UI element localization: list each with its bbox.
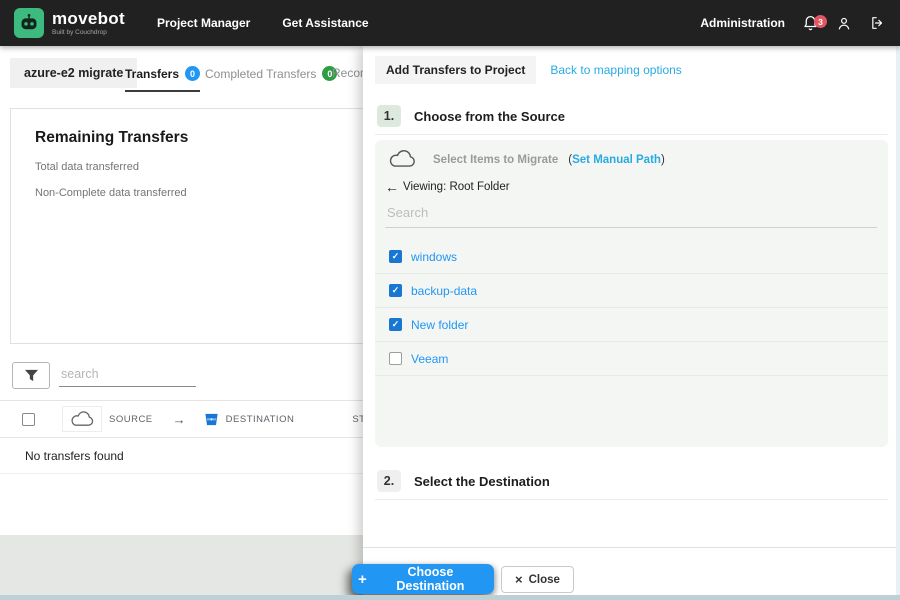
close-button[interactable]: × Close <box>501 566 574 593</box>
panel-scrollbar[interactable] <box>896 46 900 595</box>
column-destination: DESTINATION <box>225 413 295 425</box>
source-box-header: Select Items to Migrate (Set Manual Path… <box>387 150 665 169</box>
notifications-bell-icon[interactable]: 3 <box>802 14 827 32</box>
item-link[interactable]: Veeam <box>411 352 448 366</box>
select-items-label: Select Items to Migrate <box>433 153 559 166</box>
check-icon: ✓ <box>391 285 400 295</box>
panel-header: Add Transfers to Project Back to mapping… <box>363 46 900 84</box>
item-checkbox[interactable]: ✓ <box>389 318 402 331</box>
arrow-right-icon: → <box>172 411 186 427</box>
top-navigation-bar: movebot Built by Couchdrop Project Manag… <box>0 0 900 46</box>
list-item-backup-data: ✓ backup-data <box>375 274 888 308</box>
check-icon: ✓ <box>391 319 400 329</box>
item-checkbox[interactable]: ✓ <box>389 284 402 297</box>
funnel-icon <box>24 369 38 382</box>
logout-icon[interactable] <box>869 15 886 31</box>
brand-name: movebot <box>52 9 125 28</box>
list-item-veeam: Veeam <box>375 342 888 376</box>
source-items-list: ✓ windows ✓ backup-data ✓ New folder Vee… <box>375 240 888 376</box>
filter-button[interactable] <box>12 362 50 389</box>
item-link[interactable]: New folder <box>411 318 468 332</box>
column-source: SOURCE <box>109 413 153 425</box>
divider <box>375 499 888 500</box>
close-icon: × <box>515 572 523 587</box>
panel-footer: + Choose Destination × Close <box>352 547 900 596</box>
tab-transfers[interactable]: Transfers 0 <box>125 66 201 92</box>
source-cloud-icon <box>62 406 102 432</box>
brand: movebot Built by Couchdrop <box>52 10 125 36</box>
check-icon: ✓ <box>391 251 400 261</box>
tab-completed-label: Completed Transfers <box>205 66 317 81</box>
transfers-search-input[interactable] <box>59 362 196 387</box>
tab-completed-transfers[interactable]: Completed Transfers 0 <box>205 66 338 90</box>
brand-tagline: Built by Couchdrop <box>52 29 107 36</box>
items-search-input[interactable] <box>385 198 877 228</box>
project-name-tab[interactable]: azure-e2 migrate <box>10 58 138 88</box>
transfers-count-badge: 0 <box>185 66 201 81</box>
step-1-title: Choose from the Source <box>414 108 565 124</box>
select-all-checkbox[interactable] <box>22 412 35 426</box>
add-transfers-panel: Add Transfers to Project Back to mapping… <box>352 46 900 596</box>
cloud-icon <box>389 150 415 167</box>
plus-icon: + <box>358 570 367 588</box>
movebot-logo-icon[interactable] <box>14 8 44 38</box>
step-1-header: 1. Choose from the Source <box>377 105 565 127</box>
main-nav: Project Manager Get Assistance <box>157 16 369 30</box>
step-2-title: Select the Destination <box>414 473 550 489</box>
nav-project-manager[interactable]: Project Manager <box>157 16 250 30</box>
item-link[interactable]: windows <box>411 250 457 264</box>
step-1-number-badge: 1. <box>377 105 401 127</box>
list-item-windows: ✓ windows <box>375 240 888 274</box>
header-right: Administration 3 <box>700 14 886 32</box>
nav-administration[interactable]: Administration <box>700 16 785 30</box>
bottom-edge-strip <box>0 595 900 600</box>
step-2-number-badge: 2. <box>377 470 401 492</box>
app-window: movebot Built by Couchdrop Project Manag… <box>0 0 900 600</box>
list-item-new-folder: ✓ New folder <box>375 308 888 342</box>
set-manual-path-link[interactable]: Set Manual Path <box>572 154 661 166</box>
set-manual-path: (Set Manual Path) <box>568 154 665 166</box>
source-items-box: Select Items to Migrate (Set Manual Path… <box>375 140 888 447</box>
viewing-label: Viewing: Root Folder <box>403 181 510 193</box>
notification-count-badge: 3 <box>814 15 827 28</box>
destination-bucket-icon <box>204 412 219 427</box>
empty-message: No transfers found <box>25 448 124 463</box>
user-account-icon[interactable] <box>836 15 852 32</box>
back-to-mapping-options-link[interactable]: Back to mapping options <box>550 63 681 77</box>
viewing-breadcrumb: ← Viewing: Root Folder <box>385 180 510 194</box>
item-link[interactable]: backup-data <box>411 284 477 298</box>
close-label: Close <box>528 573 560 586</box>
robot-icon <box>21 14 37 30</box>
divider <box>375 134 888 135</box>
choose-destination-label: Choose Destination <box>396 565 465 593</box>
tab-transfers-label: Transfers <box>125 66 180 81</box>
item-checkbox[interactable]: ✓ <box>389 250 402 263</box>
panel-title-tab[interactable]: Add Transfers to Project <box>375 56 537 84</box>
item-checkbox[interactable] <box>389 352 402 365</box>
nav-get-assistance[interactable]: Get Assistance <box>282 16 368 30</box>
choose-destination-button[interactable]: + Choose Destination <box>352 564 494 594</box>
step-2-header: 2. Select the Destination <box>377 470 550 492</box>
filter-row <box>12 362 196 389</box>
paren-close: ) <box>660 153 665 166</box>
back-arrow-icon[interactable]: ← <box>385 180 399 194</box>
